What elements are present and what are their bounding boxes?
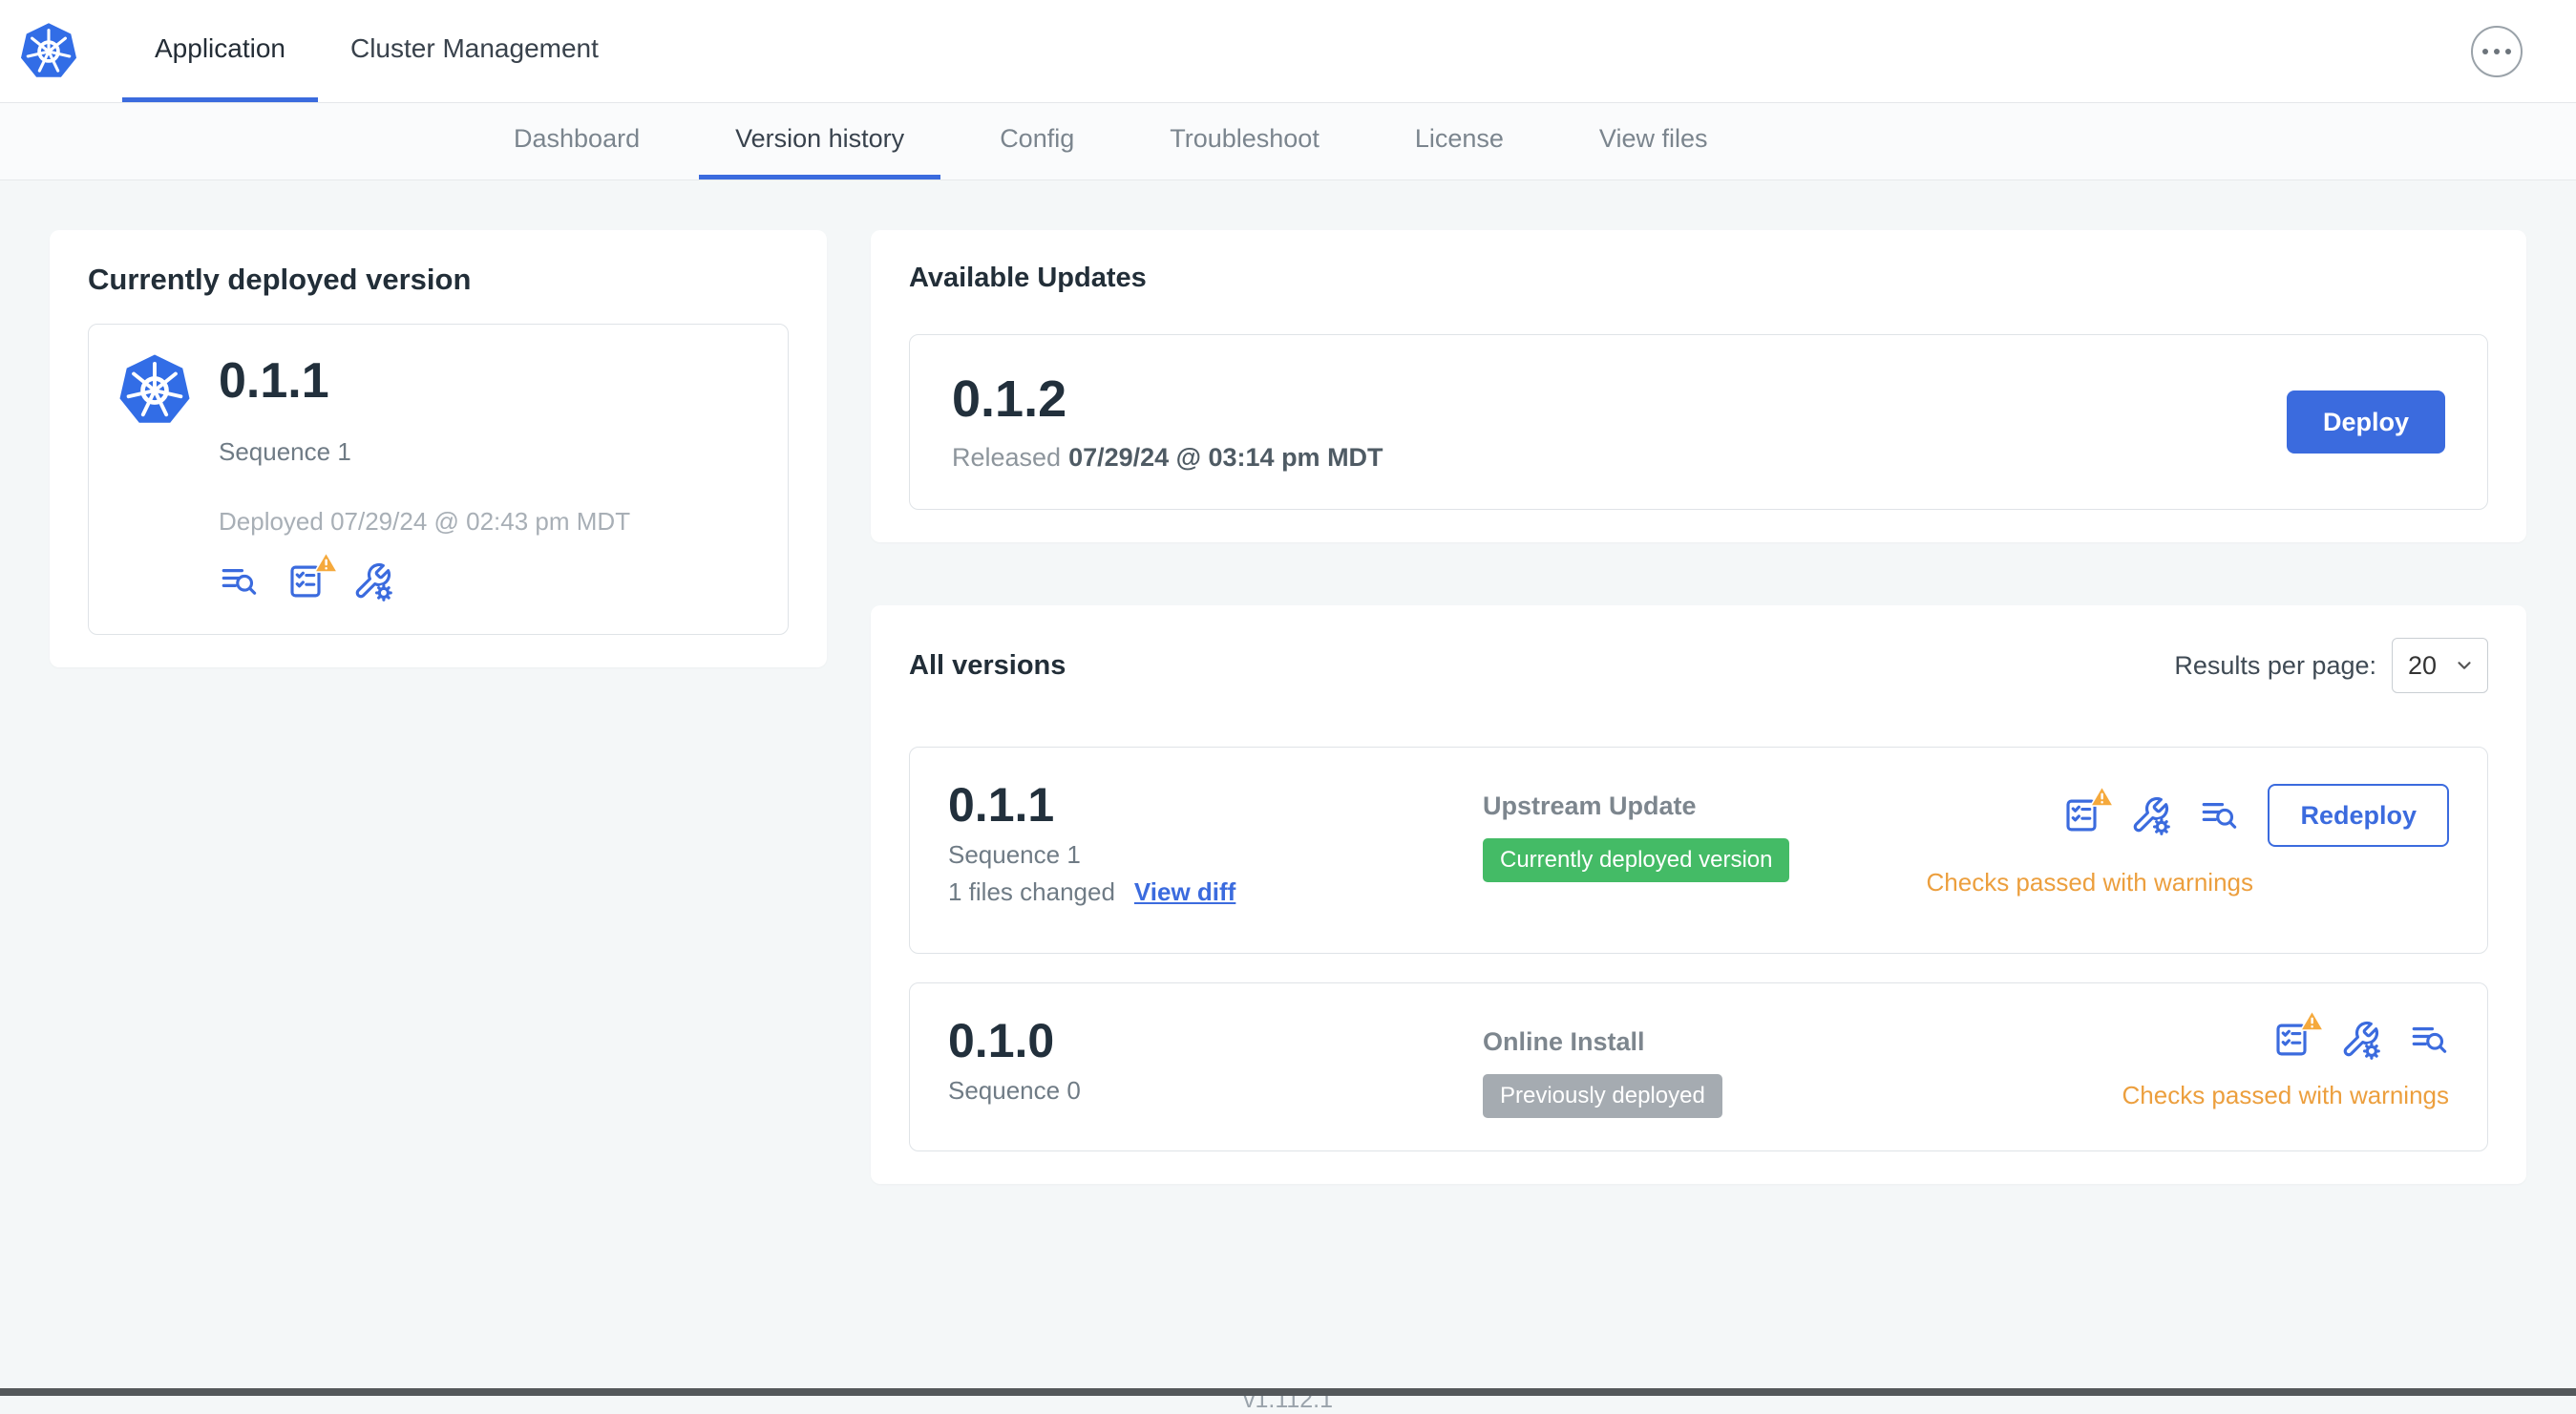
status-badge: Previously deployed — [1483, 1074, 1722, 1119]
update-released-line: Released 07/29/24 @ 03:14 pm MDT — [952, 443, 2287, 473]
version-source: Upstream Update — [1483, 791, 1697, 821]
deployed-version-number: 0.1.1 — [219, 353, 329, 409]
tab-config[interactable]: Config — [963, 103, 1110, 179]
preflight-checks-warning-icon[interactable] — [285, 551, 339, 601]
preflight-checks-warning-icon[interactable] — [2271, 1009, 2325, 1060]
checklist-icon — [2271, 1020, 2312, 1060]
deployed-timestamp: Deployed 07/29/24 @ 02:43 pm MDT — [219, 507, 631, 536]
tab-troubleshoot[interactable]: Troubleshoot — [1133, 103, 1356, 179]
tab-view-files[interactable]: View files — [1563, 103, 1744, 179]
currently-deployed-title: Currently deployed version — [88, 263, 472, 296]
redeploy-button[interactable]: Redeploy — [2268, 784, 2449, 848]
kubernetes-logo — [19, 0, 78, 102]
tab-license-label: License — [1414, 124, 1504, 153]
deployed-sequence: Sequence 1 — [219, 437, 351, 466]
deploy-logs-icon[interactable] — [2409, 1020, 2449, 1060]
released-prefix: Released — [952, 443, 1062, 473]
row-version-number: 0.1.1 — [948, 778, 1055, 833]
version-row: 0.1.1 Sequence 1 1 files changed View di… — [909, 747, 2488, 955]
main-content: Currently deployed version 0.1.1 Sequenc… — [0, 180, 2576, 1234]
checks-status: Checks passed with warnings — [1926, 868, 2254, 897]
checklist-icon — [2061, 795, 2101, 835]
currently-deployed-panel: Currently deployed version 0.1.1 Sequenc… — [50, 230, 827, 667]
released-date: 07/29/24 @ 03:14 pm MDT — [1068, 443, 1383, 473]
update-version-number: 0.1.2 — [952, 370, 1067, 428]
tab-view-files-label: View files — [1598, 124, 1708, 153]
config-icon[interactable] — [2340, 1020, 2380, 1061]
tab-cluster-management[interactable]: Cluster Management — [318, 0, 631, 102]
tab-dashboard[interactable]: Dashboard — [477, 103, 676, 179]
all-versions-panel: All versions Results per page: 20 0.1.1 … — [871, 605, 2526, 1185]
row-version-number: 0.1.0 — [948, 1014, 1055, 1068]
available-update-card: 0.1.2 Released 07/29/24 @ 03:14 pm MDT De… — [909, 334, 2488, 511]
results-per-page-select[interactable]: 20 — [2392, 638, 2488, 694]
bottom-edge-strip — [0, 1388, 2576, 1396]
view-diff-link[interactable]: View diff — [1134, 877, 1235, 907]
ellipsis-menu-icon[interactable] — [2471, 25, 2523, 77]
tab-version-history-label: Version history — [735, 124, 905, 153]
checklist-icon — [285, 561, 326, 601]
all-versions-title: All versions — [909, 649, 1066, 681]
config-icon[interactable] — [352, 561, 392, 601]
results-per-page: Results per page: 20 — [2174, 638, 2488, 694]
available-updates-panel: Available Updates 0.1.2 Released 07/29/24… — [871, 230, 2526, 543]
tab-application-label: Application — [155, 33, 285, 63]
tab-dashboard-label: Dashboard — [514, 124, 641, 153]
kubernetes-logo — [119, 354, 190, 423]
row-sequence: Sequence 1 — [948, 839, 1081, 869]
currently-deployed-card: 0.1.1 Sequence 1 Deployed 07/29/24 @ 02:… — [88, 324, 789, 635]
results-per-page-label: Results per page: — [2174, 650, 2376, 680]
version-source: Online Install — [1483, 1027, 1645, 1057]
deploy-logs-icon[interactable] — [219, 561, 259, 601]
preflight-checks-warning-icon[interactable] — [2061, 785, 2116, 835]
config-icon[interactable] — [2130, 795, 2171, 836]
tab-version-history[interactable]: Version history — [699, 103, 941, 179]
deploy-logs-icon[interactable] — [2199, 795, 2239, 835]
header-spacer — [631, 0, 2471, 102]
app-header: Application Cluster Management — [0, 0, 2576, 103]
available-updates-title: Available Updates — [909, 263, 1147, 293]
tab-license[interactable]: License — [1379, 103, 1540, 179]
app-subnav: Dashboard Version history Config Trouble… — [0, 103, 2576, 180]
checks-status: Checks passed with warnings — [2122, 1081, 2450, 1110]
files-changed: 1 files changed — [948, 876, 1115, 906]
version-row: 0.1.0 Sequence 0 Online Install Previous… — [909, 982, 2488, 1152]
tab-cluster-management-label: Cluster Management — [349, 33, 599, 63]
deployed-version-actions — [219, 551, 755, 601]
tab-application[interactable]: Application — [122, 0, 318, 102]
row-sequence: Sequence 0 — [948, 1075, 1081, 1105]
tab-troubleshoot-label: Troubleshoot — [1170, 124, 1320, 153]
status-badge: Currently deployed version — [1483, 838, 1790, 883]
tab-config-label: Config — [1000, 124, 1075, 153]
deploy-button[interactable]: Deploy — [2286, 390, 2445, 454]
